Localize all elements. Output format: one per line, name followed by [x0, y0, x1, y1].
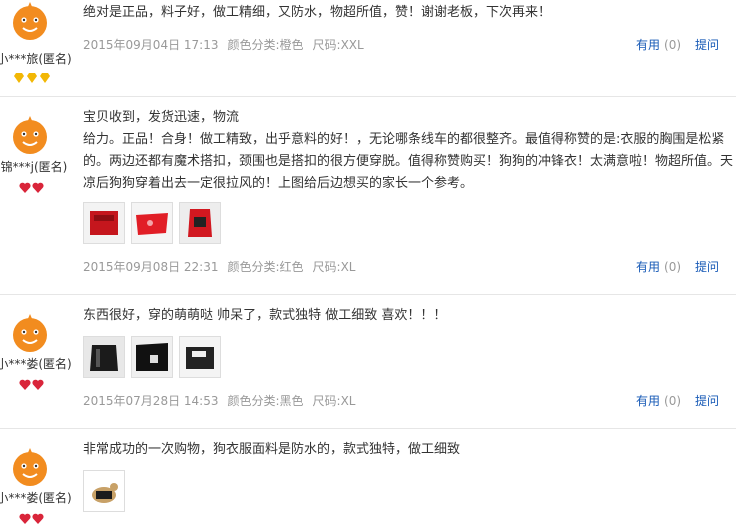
- avatar: [9, 312, 51, 354]
- reviewer-name: 小***旅(匿名): [0, 52, 72, 66]
- avatar: [9, 446, 51, 488]
- reviewer-name: 小***娄(匿名): [0, 491, 72, 505]
- review-photos: [83, 470, 131, 514]
- review-size: 尺码:XXL: [312, 38, 364, 52]
- useful-count: (0): [664, 38, 682, 52]
- review-date: 2015年09月04日 17:13: [83, 38, 219, 52]
- review-photo[interactable]: [131, 336, 173, 378]
- review-color: 颜色分类:红色: [227, 260, 304, 274]
- review-item: 小***娄(匿名) 东西很好，穿的萌萌哒 帅呆了，款式独特 做工细致 喜欢！！！…: [0, 294, 736, 429]
- useful-button[interactable]: 有用: [636, 260, 660, 274]
- review-color: 颜色分类:橙色: [227, 38, 304, 52]
- heart-icon: [32, 379, 44, 390]
- review-photos: [83, 202, 227, 246]
- useful-count: (0): [664, 394, 682, 408]
- review-item: 小***旅(匿名) 绝对是正品，料子好，做工精细，又防水，物超所值，赞！谢谢老板…: [0, 0, 736, 97]
- review-meta: 2015年09月04日 17:13 颜色分类:橙色 尺码:XXL: [83, 36, 373, 53]
- review-text: 非常成功的一次购物，狗衣服面料是防水的，款式独特，做工细致: [83, 442, 461, 457]
- heart-rank-badge: [19, 178, 45, 193]
- review-photo[interactable]: [83, 470, 125, 512]
- review-photo[interactable]: [179, 202, 221, 244]
- review-photo[interactable]: [179, 336, 221, 378]
- useful-button[interactable]: 有用: [636, 38, 660, 52]
- diamond-icon: [14, 73, 24, 83]
- ask-button[interactable]: 提问: [695, 394, 719, 408]
- review-meta: 2015年09月08日 22:31 颜色分类:红色 尺码:XL: [83, 258, 364, 275]
- reviewer-name: 小***娄(匿名): [0, 357, 72, 371]
- review-photos: [83, 336, 227, 380]
- review-size: 尺码:XL: [312, 260, 356, 274]
- ask-button[interactable]: 提问: [695, 38, 719, 52]
- review-text: 宝贝收到，发货迅速，物流 给力。正品！合身！做工精致，出乎意料的好！，无论哪条线…: [83, 110, 734, 191]
- review-date: 2015年09月08日 22:31: [83, 260, 219, 274]
- review-text: 东西很好，穿的萌萌哒 帅呆了，款式独特 做工细致 喜欢！！！: [83, 308, 447, 323]
- review-photo[interactable]: [131, 202, 173, 244]
- diamond-icon: [40, 73, 50, 83]
- diamond-rank-badge: [13, 68, 52, 83]
- heart-rank-badge: [19, 375, 45, 390]
- review-text: 绝对是正品，料子好，做工精细，又防水，物超所值，赞！谢谢老板，下次再来！: [83, 5, 552, 20]
- reviewer-name: 锦***j(匿名): [0, 160, 68, 174]
- review-actions: 有用 (0) 提问: [636, 258, 736, 275]
- review-item: 小***娄(匿名) 非常成功的一次购物，狗衣服面料是防水的，款式独特，做工细致: [0, 428, 736, 524]
- review-date: 2015年07月28日 14:53: [83, 394, 219, 408]
- avatar: [9, 114, 51, 156]
- review-photo[interactable]: [83, 336, 125, 378]
- review-actions: 有用 (0) 提问: [636, 36, 736, 53]
- review-photo[interactable]: [83, 202, 125, 244]
- review-color: 颜色分类:黑色: [227, 394, 304, 408]
- heart-icon: [19, 379, 31, 390]
- review-size: 尺码:XL: [312, 394, 356, 408]
- review-item: 锦***j(匿名) 宝贝收到，发货迅速，物流 给力。正品！合身！做工精致，出乎意…: [0, 96, 736, 295]
- useful-count: (0): [664, 260, 682, 274]
- diamond-icon: [27, 73, 37, 83]
- review-meta: 2015年07月28日 14:53 颜色分类:黑色 尺码:XL: [83, 392, 364, 409]
- useful-button[interactable]: 有用: [636, 394, 660, 408]
- avatar: [9, 0, 51, 42]
- heart-rank-badge: [19, 509, 45, 524]
- ask-button[interactable]: 提问: [695, 260, 719, 274]
- heart-icon: [19, 182, 31, 193]
- review-actions: 有用 (0) 提问: [636, 392, 736, 409]
- heart-icon: [32, 182, 44, 193]
